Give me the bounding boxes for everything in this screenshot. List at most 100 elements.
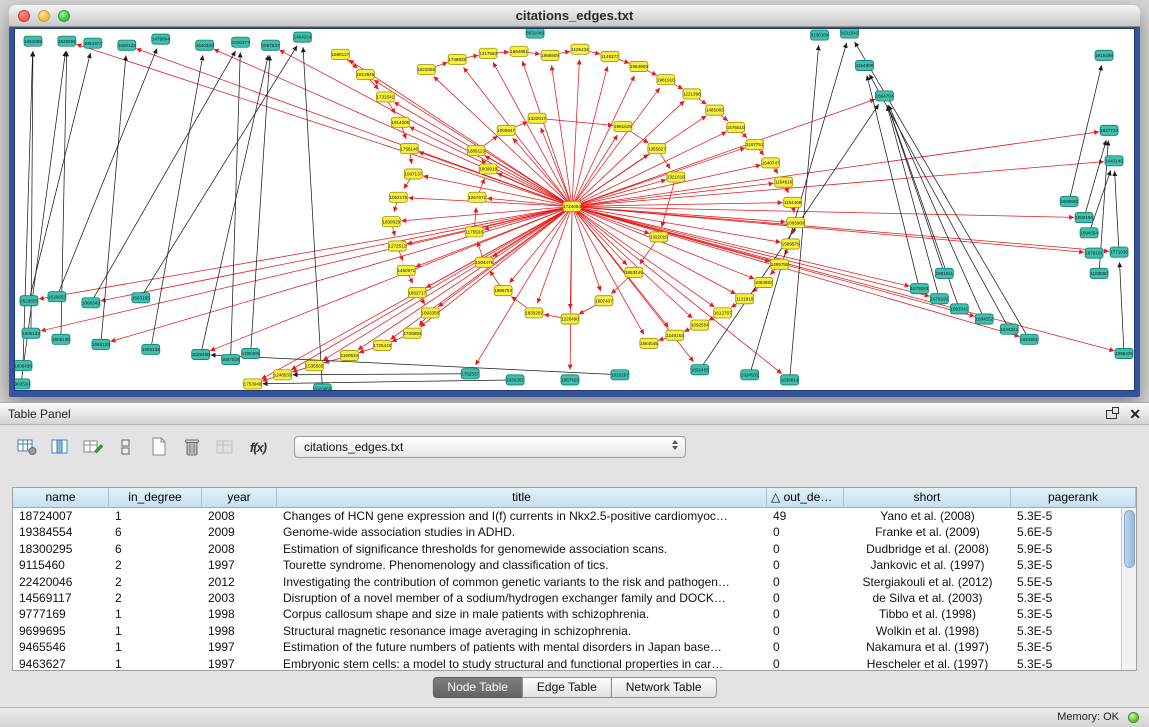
close-panel-icon[interactable]: ✕: [1129, 403, 1141, 425]
graph-edge[interactable]: [888, 106, 945, 274]
graph-node-label: 1753948: [244, 382, 262, 387]
graph-edge[interactable]: [572, 206, 930, 296]
graph-edge[interactable]: [231, 52, 241, 359]
graph-edge[interactable]: [572, 76, 635, 207]
graph-edge[interactable]: [201, 55, 269, 354]
column-header-out_de[interactable]: △ out_de…: [767, 488, 844, 508]
graph-edge[interactable]: [552, 65, 573, 206]
graph-edge[interactable]: [572, 132, 1099, 207]
graph-edge[interactable]: [1120, 262, 1124, 353]
float-panel-icon[interactable]: [1106, 410, 1117, 419]
table-cell: 1: [109, 623, 202, 639]
delete-icon[interactable]: [181, 437, 203, 457]
zoom-window-button[interactable]: [58, 10, 70, 22]
table-row[interactable]: 1872400712008Changes of HCN gene express…: [13, 508, 1136, 524]
table-row[interactable]: 946362711997Embryonic stem cells: a mode…: [13, 656, 1136, 671]
graph-edge[interactable]: [572, 59, 579, 206]
table-options-icon[interactable]: [16, 437, 38, 457]
import-table-icon[interactable]: [214, 437, 236, 457]
traffic-lights: [18, 10, 70, 22]
graph-edge[interactable]: [572, 206, 754, 278]
graph-edge[interactable]: [303, 47, 322, 389]
graph-edge[interactable]: [750, 43, 847, 375]
graph-edge[interactable]: [323, 206, 572, 360]
window-titlebar[interactable]: citations_edges.txt: [9, 5, 1140, 27]
graph-edge[interactable]: [151, 55, 203, 349]
graph-edge[interactable]: [110, 206, 572, 341]
edit-table-icon[interactable]: [82, 437, 104, 457]
table-cell: 2008: [202, 541, 277, 557]
graph-node-label: 1125434: [571, 47, 589, 52]
graph-edge[interactable]: [572, 206, 649, 233]
graph-node-label: 1640747: [762, 160, 780, 165]
column-header-in_degree[interactable]: in_degree: [109, 488, 202, 508]
graph-edge[interactable]: [572, 99, 875, 206]
select-columns-icon[interactable]: [49, 437, 71, 457]
graph-edge[interactable]: [76, 44, 572, 206]
column-header-pagerank[interactable]: pagerank: [1011, 488, 1136, 508]
graph-edge[interactable]: [1084, 140, 1106, 217]
function-builder-icon[interactable]: f(x): [247, 437, 269, 457]
graph-edge[interactable]: [434, 76, 572, 206]
graph-edge[interactable]: [700, 104, 879, 369]
graph-edge[interactable]: [463, 67, 572, 206]
graph-edge[interactable]: [572, 88, 660, 207]
table-row[interactable]: 1830029562008Estimation of significance …: [13, 541, 1136, 557]
table-row[interactable]: 911546021997Tourette syndrome. Phenomeno…: [13, 557, 1136, 573]
vertical-scrollbar[interactable]: [1121, 508, 1136, 670]
close-window-button[interactable]: [18, 10, 30, 22]
tab-node-table[interactable]: Node Table: [432, 677, 523, 698]
table-cell: 5.3E-5: [1011, 639, 1136, 655]
graph-edge[interactable]: [522, 61, 572, 207]
graph-edge[interactable]: [101, 55, 126, 344]
graph-edge[interactable]: [91, 51, 236, 303]
graph-node-label: 1087420: [561, 377, 579, 382]
graph-edge[interactable]: [1089, 170, 1111, 232]
column-header-title[interactable]: title: [277, 488, 767, 508]
graph-edge[interactable]: [1115, 171, 1119, 252]
graph-edge[interactable]: [572, 66, 607, 206]
graph-edge[interactable]: [408, 198, 572, 207]
graph-edge[interactable]: [572, 206, 1114, 350]
graph-edge[interactable]: [263, 380, 516, 384]
new-document-icon[interactable]: [148, 437, 170, 457]
graph-edge[interactable]: [572, 165, 761, 206]
table-row[interactable]: 977716911998Corpus callosum shape and si…: [13, 606, 1136, 622]
tab-edge-table[interactable]: Edge Table: [522, 677, 612, 698]
graph-edge[interactable]: [572, 206, 627, 265]
column-header-name[interactable]: name: [13, 488, 109, 508]
network-canvas[interactable]: 1724064166012718129461731541191420517581…: [15, 29, 1134, 390]
table-row[interactable]: 2242004622012Investigating the contribut…: [13, 574, 1136, 590]
graph-edge[interactable]: [214, 49, 572, 206]
graph-edge[interactable]: [251, 55, 270, 353]
table-selector-dropdown[interactable]: citations_edges.txt: [294, 436, 686, 458]
table-row[interactable]: 1938455462009Genome-wide association stu…: [13, 524, 1136, 540]
scrollbar-thumb[interactable]: [1124, 510, 1135, 568]
table-row[interactable]: 1456911722003Disruption of a novel membe…: [13, 590, 1136, 606]
row-height-icon[interactable]: [115, 437, 137, 457]
graph-edge[interactable]: [211, 355, 620, 375]
table-row[interactable]: 946554611997Estimation of the future num…: [13, 639, 1136, 655]
graph-edge[interactable]: [485, 156, 572, 207]
graph-edge[interactable]: [141, 46, 297, 298]
column-header-year[interactable]: year: [202, 488, 277, 508]
graph-edge[interactable]: [537, 118, 613, 125]
table-row[interactable]: 969969511998Structural magnetic resonanc…: [13, 623, 1136, 639]
graph-edge[interactable]: [1069, 65, 1102, 201]
graph-edge[interactable]: [887, 106, 939, 299]
graph-edge[interactable]: [662, 177, 676, 227]
graph-edge[interactable]: [349, 60, 572, 207]
graph-edge[interactable]: [572, 206, 1084, 252]
minimize-window-button[interactable]: [38, 10, 50, 22]
table-cell: 18724007: [13, 508, 109, 524]
table-cell: 0: [767, 606, 844, 622]
graph-edge[interactable]: [57, 49, 157, 297]
column-header-short[interactable]: short: [844, 488, 1011, 508]
graph-edge[interactable]: [510, 206, 572, 282]
graph-edge[interactable]: [293, 374, 471, 375]
table-cell: 18300295: [13, 541, 109, 557]
memory-status-indicator[interactable]: [1128, 712, 1139, 723]
graph-edge[interactable]: [572, 206, 715, 307]
tab-network-table[interactable]: Network Table: [611, 677, 717, 698]
graph-edge[interactable]: [29, 53, 90, 301]
